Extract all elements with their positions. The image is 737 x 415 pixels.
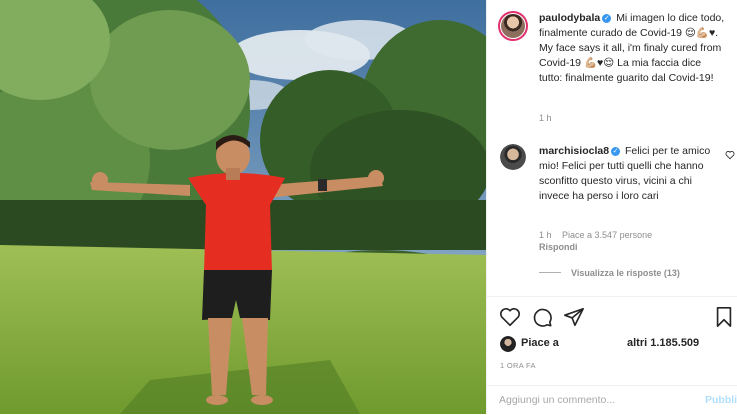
comment-box: Pubblica <box>487 385 737 415</box>
likes-count[interactable]: altri 1.185.509 <box>627 337 699 349</box>
heart-icon[interactable] <box>499 306 521 328</box>
view-replies-label: Visualizza le risposte (13) <box>571 268 680 278</box>
comment: marchisiocla8 ✓ Felici per te amico mio! … <box>539 144 717 204</box>
comment-heart-icon[interactable] <box>725 150 735 160</box>
verified-badge-icon: ✓ <box>602 14 612 23</box>
likes-label: Piace a <box>521 337 559 349</box>
actions-divider <box>487 296 737 297</box>
comment-icon[interactable] <box>531 306 553 328</box>
comment-input[interactable] <box>499 392 679 408</box>
comment-likes[interactable]: Piace a 3.547 persone <box>562 230 652 240</box>
commenter-avatar[interactable] <box>500 144 526 170</box>
verified-badge-icon: ✓ <box>611 147 621 156</box>
photo-illustration <box>0 0 486 414</box>
comment-time[interactable]: 1 h <box>539 230 552 240</box>
publish-button[interactable]: Pubblica <box>705 394 737 406</box>
post-sidebar: paulodybala ✓ Mi imagen lo dice todo, fin… <box>486 0 737 414</box>
liker-avatar[interactable] <box>500 336 516 352</box>
post-photo[interactable] <box>0 0 486 414</box>
action-bar <box>499 306 735 330</box>
author-avatar[interactable] <box>498 11 528 41</box>
share-icon[interactable] <box>563 306 585 328</box>
replies-divider <box>539 272 561 273</box>
view-replies-button[interactable]: Visualizza le risposte (13) <box>539 268 680 278</box>
bookmark-icon[interactable] <box>713 306 735 328</box>
reply-button[interactable]: Rispondi <box>539 242 578 252</box>
commenter-username[interactable]: marchisiocla8 <box>539 145 609 157</box>
post-time[interactable]: 1 h <box>539 113 552 123</box>
post-caption: paulodybala ✓ Mi imagen lo dice todo, fin… <box>539 11 727 86</box>
comment-meta: 1 h Piace a 3.547 persone <box>539 230 660 240</box>
post-date[interactable]: 1 ORA FA <box>500 361 536 370</box>
author-username[interactable]: paulodybala <box>539 12 600 24</box>
